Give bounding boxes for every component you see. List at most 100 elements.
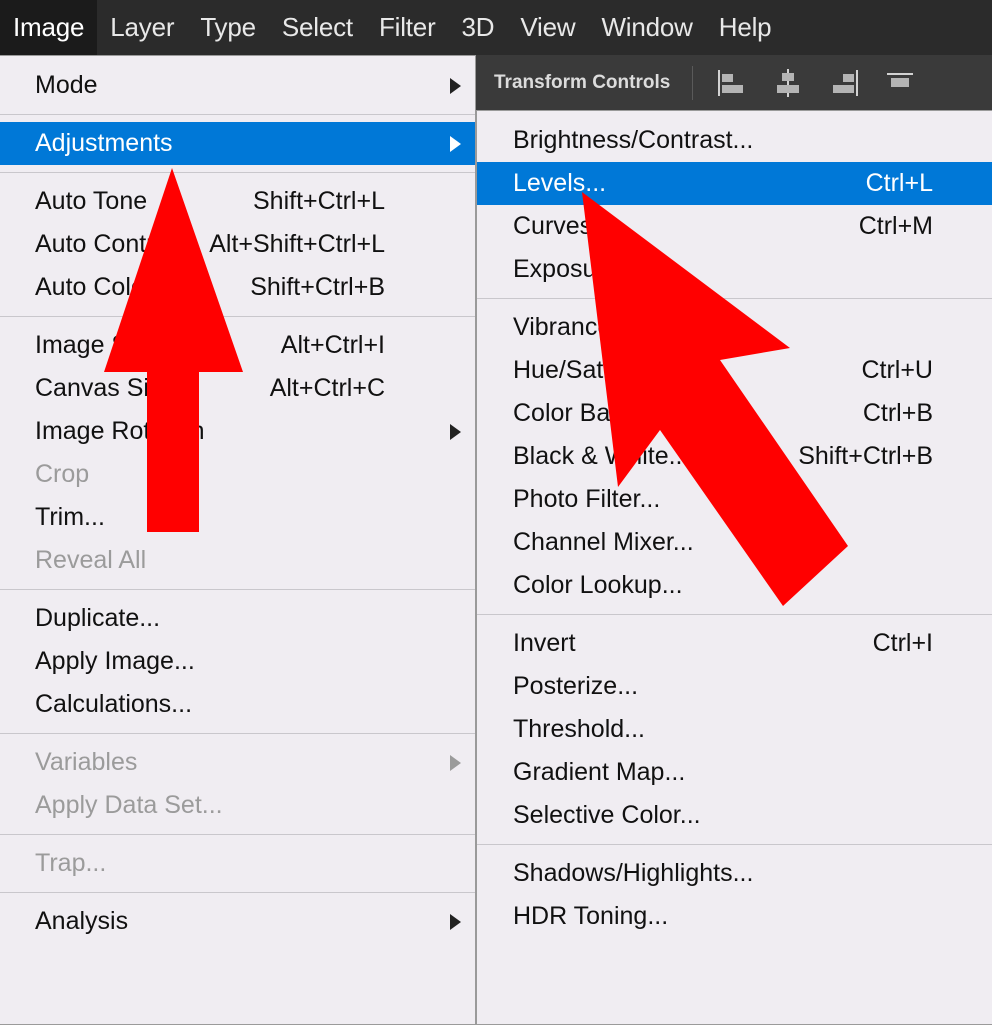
align-right-edges-icon[interactable] [827,66,861,100]
menu-item-label: Image Rotation [35,417,205,445]
adjustments-menu-item-hdr-toning[interactable]: HDR Toning... [477,895,992,938]
image-menu-item-variables: Variables [0,741,475,784]
menu-separator [0,834,475,835]
adjustments-menu-item-color-lookup[interactable]: Color Lookup... [477,564,992,607]
image-menu-item-image-size[interactable]: Image Size... Alt+Ctrl+I [0,324,475,367]
menu-item-label: Posterize... [513,672,639,700]
menu-item-label: Trim... [35,503,105,531]
menu-item-shortcut: Ctrl+I [872,629,933,657]
menubar-item-select[interactable]: Select [269,0,366,55]
image-menu-item-analysis[interactable]: Analysis [0,900,475,943]
menu-item-label: Brightness/Contrast... [513,126,754,154]
image-menu-item-trap: Trap... [0,842,475,885]
menu-item-shortcut: Alt+Ctrl+I [280,331,385,359]
adjustments-menu-item-invert[interactable]: Invert Ctrl+I [477,622,992,665]
adjustments-menu-item-photo-filter[interactable]: Photo Filter... [477,478,992,521]
menu-item-label: Adjustments [35,129,173,157]
menu-item-label: Black & White... [513,442,690,470]
menu-item-label: Auto Color [35,273,154,301]
menubar-item-help[interactable]: Help [706,0,785,55]
menubar-item-image[interactable]: Image [0,0,98,55]
menu-item-label: Exposure... [513,255,640,283]
image-menu-item-adjustments[interactable]: Adjustments [0,122,475,165]
menu-separator [0,172,475,173]
menu-item-label: Reveal All [35,546,147,574]
menu-item-shortcut: Shift+Ctrl+B [250,273,385,301]
menu-item-label: Threshold... [513,715,646,743]
submenu-chevron-right-icon [450,77,461,94]
image-menu-item-auto-contrast[interactable]: Auto Contrast Alt+Shift+Ctrl+L [0,223,475,266]
image-menu-item-apply-image[interactable]: Apply Image... [0,640,475,683]
align-left-edges-icon[interactable] [715,66,749,100]
menubar-item-filter[interactable]: Filter [366,0,449,55]
adjustments-menu-item-hue-saturation[interactable]: Hue/Saturation... Ctrl+U [477,349,992,392]
menu-item-label: Apply Data Set... [35,791,223,819]
submenu-chevron-right-icon [450,754,461,771]
menu-top-padding [0,56,475,64]
align-horizontal-centers-icon[interactable] [771,66,805,100]
menu-separator [0,114,475,115]
menubar-item-view[interactable]: View [507,0,588,55]
image-menu-item-duplicate[interactable]: Duplicate... [0,597,475,640]
adjustments-menu-item-vibrance[interactable]: Vibrance... [477,306,992,349]
submenu-chevron-right-icon [450,913,461,930]
menu-item-label: Crop [35,460,90,488]
menu-separator [477,844,992,845]
image-menu-item-calculations[interactable]: Calculations... [0,683,475,726]
application-menu-bar: Image Layer Type Select Filter 3D View Window He… [0,0,992,55]
menu-item-label: Auto Contrast [35,230,188,258]
alignment-icon-group [715,66,917,100]
menubar-item-3d[interactable]: 3D [449,0,508,55]
menu-item-label: Channel Mixer... [513,528,694,556]
menu-item-label: Auto Tone [35,187,148,215]
menu-item-shortcut: Ctrl+U [861,356,933,384]
toolbar-divider [692,65,694,100]
menu-item-label: Curves... [513,212,614,240]
adjustments-menu-item-brightness-contrast[interactable]: Brightness/Contrast... [477,119,992,162]
menu-item-shortcut: Alt+Shift+Ctrl+L [209,230,385,258]
menu-item-label: Color Balance... [513,399,691,427]
menu-item-label: Apply Image... [35,647,195,675]
adjustments-menu-item-posterize[interactable]: Posterize... [477,665,992,708]
menu-item-shortcut: Shift+Ctrl+L [252,187,385,215]
image-menu-item-image-rotation[interactable]: Image Rotation [0,410,475,453]
adjustments-menu-item-threshold[interactable]: Threshold... [477,708,992,751]
menubar-item-type[interactable]: Type [187,0,269,55]
image-menu-item-apply-data-set: Apply Data Set... [0,784,475,827]
menu-item-label: Invert [513,629,576,657]
image-menu-item-trim[interactable]: Trim... [0,496,475,539]
image-menu-item-auto-tone[interactable]: Auto Tone Shift+Ctrl+L [0,180,475,223]
menu-item-label: Duplicate... [35,604,161,632]
menu-item-label: Color Lookup... [513,571,683,599]
adjustments-menu-item-shadows-highlights[interactable]: Shadows/Highlights... [477,852,992,895]
menubar-item-window[interactable]: Window [588,0,705,55]
image-menu-item-auto-color[interactable]: Auto Color Shift+Ctrl+B [0,266,475,309]
adjustments-menu-item-selective-color[interactable]: Selective Color... [477,794,992,837]
align-top-edges-icon[interactable] [883,66,917,100]
menu-item-shortcut: Shift+Ctrl+B [798,442,933,470]
menu-item-label: Levels... [513,169,607,197]
adjustments-menu-item-exposure[interactable]: Exposure... [477,248,992,291]
menu-item-shortcut: Ctrl+M [858,212,933,240]
menubar-item-layer[interactable]: Layer [97,0,187,55]
adjustments-menu-item-channel-mixer[interactable]: Channel Mixer... [477,521,992,564]
image-menu-item-mode[interactable]: Mode [0,64,475,107]
menu-item-label: Analysis [35,907,129,935]
menu-separator [0,589,475,590]
image-menu-item-canvas-size[interactable]: Canvas Size... Alt+Ctrl+C [0,367,475,410]
tool-options-bar: Transform Controls [476,55,992,110]
adjustments-menu-item-curves[interactable]: Curves... Ctrl+M [477,205,992,248]
adjustments-menu-item-levels[interactable]: Levels... Ctrl+L [477,162,992,205]
image-menu-dropdown: Mode Adjustments Auto Tone Shift+Ctrl+L Auto… [0,55,476,1025]
image-menu-item-reveal-all: Reveal All [0,539,475,582]
menu-item-label: HDR Toning... [513,902,669,930]
adjustments-menu-item-color-balance[interactable]: Color Balance... Ctrl+B [477,392,992,435]
menu-separator [0,733,475,734]
menu-item-shortcut: Ctrl+L [865,169,933,197]
adjustments-menu-item-black-white[interactable]: Black & White... Shift+Ctrl+B [477,435,992,478]
adjustments-menu-item-gradient-map[interactable]: Gradient Map... [477,751,992,794]
menu-item-label: Vibrance... [513,313,633,341]
menu-separator [477,298,992,299]
menu-separator [0,316,475,317]
menu-item-label: Canvas Size... [35,374,197,402]
